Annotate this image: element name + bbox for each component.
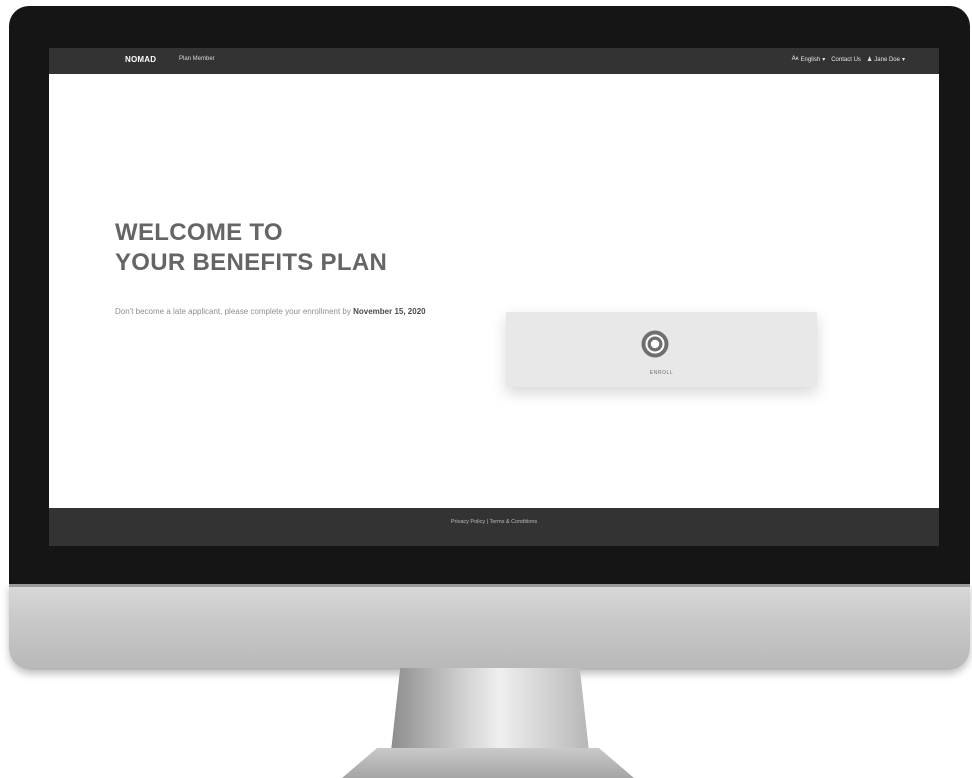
monitor-screen: NOMAD Plan Member 🗛 English ▾ Contact Us… bbox=[49, 48, 939, 546]
footer-links: Privacy Policy | Terms & Conditions bbox=[49, 519, 939, 525]
user-name-label: Jane Doe bbox=[874, 56, 900, 63]
target-icon bbox=[641, 330, 669, 358]
enroll-button[interactable]: ENROLL bbox=[506, 312, 817, 387]
monitor-chin bbox=[9, 584, 970, 670]
chevron-down-icon: ▾ bbox=[822, 57, 826, 63]
reminder-prefix: Don't become a late applicant, please co… bbox=[115, 307, 354, 316]
top-navbar: NOMAD Plan Member 🗛 English ▾ Contact Us… bbox=[49, 48, 939, 74]
nav-right-menu: 🗛 English ▾ Contact Us ♟ Jane Doe ▾ bbox=[792, 56, 905, 63]
enroll-label: ENROLL bbox=[649, 370, 674, 376]
page-title: WELCOME TO YOUR BENEFITS PLAN bbox=[115, 218, 387, 278]
monitor-stand-neck bbox=[390, 668, 590, 760]
contact-us-link[interactable]: Contact Us bbox=[831, 57, 861, 63]
brand-logo[interactable]: NOMAD bbox=[125, 55, 156, 64]
privacy-policy-link[interactable]: Privacy Policy bbox=[451, 519, 485, 525]
page-title-line-1: WELCOME TO bbox=[115, 219, 283, 246]
terms-conditions-link[interactable]: Terms & Conditions bbox=[489, 519, 537, 525]
language-label: English bbox=[800, 56, 821, 63]
language-dropdown[interactable]: 🗛 English ▾ bbox=[792, 56, 826, 63]
page-footer: Privacy Policy | Terms & Conditions bbox=[49, 508, 939, 546]
enrollment-deadline: November 15, 2020 bbox=[353, 307, 426, 316]
nav-plan-member-link[interactable]: Plan Member bbox=[179, 56, 215, 62]
user-menu-dropdown[interactable]: ♟ Jane Doe ▾ bbox=[866, 56, 905, 64]
enrollment-reminder-text: Don't become a late applicant, please co… bbox=[115, 305, 505, 318]
monitor-stand-base bbox=[342, 748, 634, 778]
user-icon: ♟ bbox=[866, 57, 873, 63]
page-title-line-2: YOUR BENEFITS PLAN bbox=[115, 249, 388, 276]
desktop-scene: NOMAD Plan Member 🗛 English ▾ Contact Us… bbox=[0, 0, 972, 778]
chevron-down-icon: ▾ bbox=[901, 57, 905, 63]
language-icon: 🗛 bbox=[791, 56, 799, 62]
